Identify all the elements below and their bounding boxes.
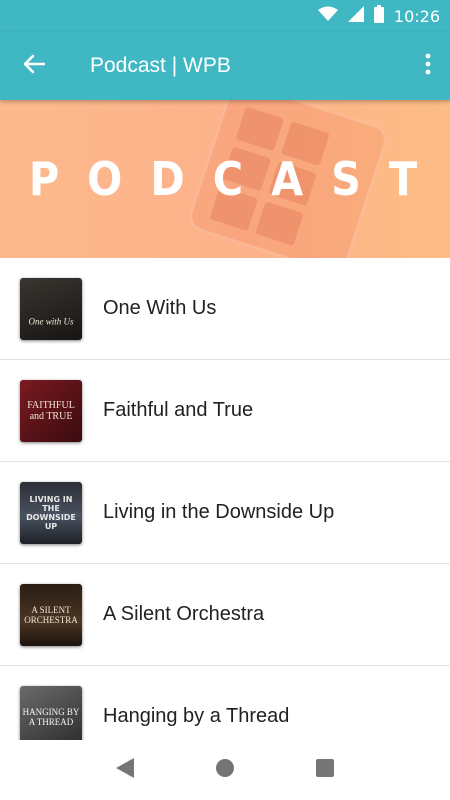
podcast-cover: LIVING IN THE DOWNSIDE UP — [20, 481, 82, 544]
cover-title: One with Us — [28, 316, 74, 327]
podcast-title: A Silent Orchestra — [103, 603, 265, 625]
cover-title: A SILENT ORCHESTRA — [24, 604, 78, 625]
status-time: 10:26 — [393, 6, 440, 26]
cover-title: HANGING BY A THREAD — [22, 706, 80, 727]
cover-title: LIVING IN THE DOWNSIDE UP — [26, 494, 76, 531]
cover-title: FAITHFUL and TRUE — [27, 399, 75, 422]
list-item[interactable]: LIVING IN THE DOWNSIDE UP Living in the … — [0, 462, 450, 564]
podcast-title: Hanging by a Thread — [103, 705, 290, 727]
podcast-cover: FAITHFUL and TRUE — [20, 379, 82, 442]
podcast-title: One With Us — [103, 297, 217, 319]
status-bar: 10:26 — [0, 0, 450, 32]
podcast-cover: HANGING BY A THREAD — [20, 685, 82, 740]
podcast-cover: A SILENT ORCHESTRA — [20, 583, 82, 646]
list-item[interactable]: A SILENT ORCHESTRA A Silent Orchestra — [0, 564, 450, 666]
app-bar: Podcast | WPB — [0, 32, 450, 100]
podcast-banner: PODCAST — [0, 100, 450, 258]
signal-icon — [347, 5, 364, 27]
system-nav-bar — [0, 740, 450, 800]
nav-back-button[interactable] — [105, 750, 145, 790]
list-item[interactable]: HANGING BY A THREAD Hanging by a Thread — [0, 666, 450, 740]
list-item[interactable]: One with Us One With Us — [0, 258, 450, 360]
podcast-cover: One with Us — [20, 277, 82, 340]
back-triangle-icon — [116, 757, 134, 783]
arrow-left-icon — [23, 54, 46, 79]
page-title: Podcast | WPB — [90, 54, 231, 77]
podcast-title: Living in the Downside Up — [103, 501, 335, 523]
wifi-icon — [317, 6, 338, 27]
back-button[interactable] — [14, 46, 54, 86]
home-circle-icon — [215, 758, 235, 783]
nav-home-button[interactable] — [205, 750, 245, 790]
overflow-menu-button[interactable] — [416, 46, 440, 86]
more-vert-icon — [425, 53, 431, 80]
status-icons: 10:26 — [317, 0, 440, 32]
nav-recents-button[interactable] — [305, 750, 345, 790]
list-item[interactable]: FAITHFUL and TRUE Faithful and True — [0, 360, 450, 462]
recents-square-icon — [316, 758, 334, 782]
banner-title: PODCAST — [28, 152, 446, 206]
podcast-list: One with Us One With Us FAITHFUL and TRU… — [0, 258, 450, 740]
podcast-title: Faithful and True — [103, 399, 254, 421]
battery-icon — [373, 4, 384, 28]
